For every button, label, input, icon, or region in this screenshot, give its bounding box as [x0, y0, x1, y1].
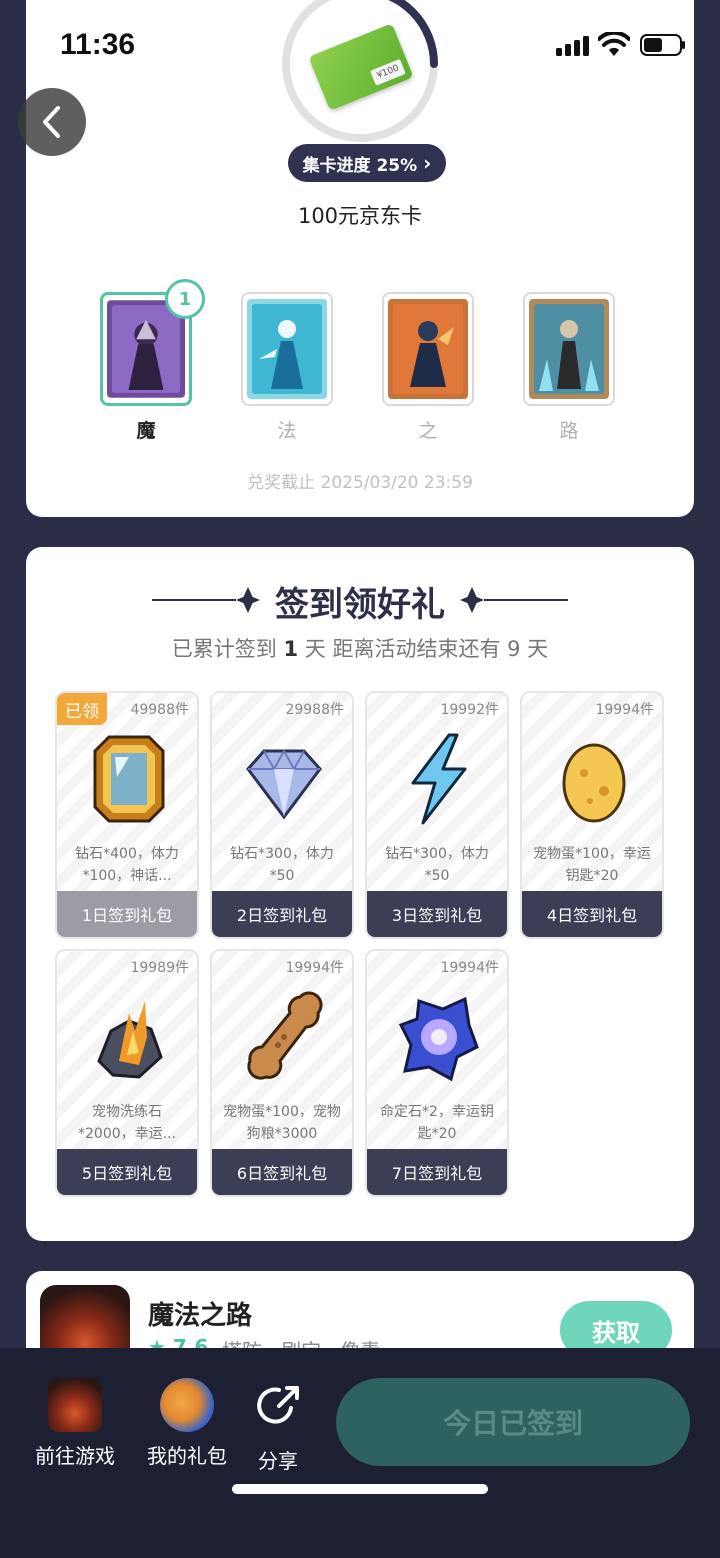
reward-desc: 钻石*300，体力*50: [385, 846, 489, 884]
home-indicator: [232, 1484, 488, 1494]
reward-desc: 命定石*2，幸运钥匙*20: [380, 1104, 494, 1142]
reward-label: 2日签到礼包: [212, 891, 352, 937]
wifi-icon: [598, 32, 630, 56]
reward-label: 6日签到礼包: [212, 1149, 352, 1195]
reward-stock: 19994件: [440, 960, 499, 976]
collect-card-lu[interactable]: [523, 292, 615, 406]
reward-stock: 19989件: [130, 960, 189, 976]
game-app-icon: [48, 1378, 102, 1432]
collect-char-label: 法: [277, 420, 297, 442]
reward-label: 1日签到礼包: [57, 891, 197, 937]
signin-title: 签到领好礼: [275, 585, 445, 625]
reward-stock: 29988件: [285, 702, 344, 718]
knight-card-art: [529, 299, 609, 399]
reward-tile-day5[interactable]: 19989件 宠物洗练石*2000，幸运... 5日签到礼包: [55, 949, 199, 1197]
collect-char-label: 魔: [136, 420, 156, 442]
reward-desc: 宠物蛋*100，幸运钥匙*20: [533, 846, 651, 884]
share-button[interactable]: 分享: [248, 1378, 308, 1474]
card-count-badge: 1: [165, 279, 205, 319]
reward-stock: 19994件: [285, 960, 344, 976]
mirror-icon: [93, 735, 165, 823]
back-button[interactable]: [18, 88, 86, 156]
diamond-icon: [246, 748, 322, 820]
reward-tile-day2[interactable]: 29988件 钻石*300，体力*50 2日签到礼包: [210, 691, 354, 939]
gift-avatar-icon: [160, 1378, 214, 1432]
goto-game-button[interactable]: 前往游戏: [28, 1378, 122, 1469]
cellular-signal-icon: [556, 36, 589, 56]
reward-desc: 钻石*400，体力*100，神话...: [75, 846, 179, 884]
reward-tile-day7[interactable]: 19994件 命定石*2，幸运钥匙*20 7日签到礼包: [365, 949, 509, 1197]
collect-progress-button[interactable]: 集卡进度 25% ›: [288, 144, 446, 182]
reward-stock: 49988件: [130, 702, 189, 718]
dog-bone-icon: [247, 991, 323, 1080]
my-gifts-label: 我的礼包: [147, 1444, 227, 1468]
egg-icon: [562, 743, 626, 823]
reward-desc: 宠物洗练石*2000，幸运...: [78, 1104, 176, 1142]
prize-title: 100元京东卡: [297, 204, 423, 228]
reward-label: 3日签到礼包: [367, 891, 507, 937]
collect-progress-label: 集卡进度 25%: [302, 155, 418, 176]
claimed-tag: 已领: [57, 693, 107, 725]
my-gifts-button[interactable]: 我的礼包: [140, 1378, 234, 1469]
reward-tile-day6[interactable]: 19994件 宠物蛋*100，宠物狗粮*3000 6日签到礼包: [210, 949, 354, 1197]
signin-subtitle-prefix: 已累计签到: [171, 637, 277, 661]
reward-desc: 宠物蛋*100，宠物狗粮*3000: [223, 1104, 341, 1142]
signin-panel: 签到领好礼 已累计签到 1 天 距离活动结束还有 9 天 已领 49988件 钻…: [26, 547, 694, 1241]
collect-char-label: 之: [418, 420, 438, 442]
reward-label: 7日签到礼包: [367, 1149, 507, 1195]
reward-label: 5日签到礼包: [57, 1149, 197, 1195]
status-time: 11:36: [60, 28, 136, 61]
redeem-deadline: 兑奖截止 2025/03/20 23:59: [247, 473, 473, 493]
bottom-action-bar: 前往游戏 我的礼包 分享 今日已签到: [0, 1348, 720, 1558]
days-signed-count: 1: [283, 637, 299, 661]
collect-char-label: 路: [559, 420, 579, 442]
share-label: 分享: [258, 1449, 298, 1473]
ice-mage-card-art: [247, 299, 327, 399]
goto-game-label: 前往游戏: [35, 1444, 115, 1468]
reward-label: 4日签到礼包: [522, 891, 662, 937]
signin-title-row: 签到领好礼: [26, 577, 694, 625]
reward-tile-day1[interactable]: 已领 49988件 钻石*400，体力*100，神话... 1日签到礼包: [55, 691, 199, 939]
chevron-right-icon: ›: [423, 151, 432, 175]
signed-today-button[interactable]: 今日已签到: [336, 1378, 690, 1466]
status-bar: 11:36: [0, 0, 720, 90]
chevron-left-icon: [43, 106, 60, 138]
lightning-icon: [411, 733, 467, 825]
signin-subtitle-rest: 天 距离活动结束还有 9 天: [304, 637, 549, 661]
collect-card-mo[interactable]: 1: [100, 279, 205, 406]
reward-tile-day4[interactable]: 19994件 宠物蛋*100，幸运钥匙*20 4日签到礼包: [520, 691, 664, 939]
reward-stock: 19992件: [440, 702, 499, 718]
collect-card-fa[interactable]: [241, 292, 333, 406]
fire-warrior-card-art: [388, 299, 468, 399]
crystal-icon: [399, 996, 479, 1082]
share-icon: [257, 1386, 299, 1424]
reward-stock: 19994件: [595, 702, 654, 718]
fire-stone-icon: [97, 1001, 163, 1079]
collect-card-zhi[interactable]: [382, 292, 474, 406]
reward-tile-day3[interactable]: 19992件 钻石*300，体力*50 3日签到礼包: [365, 691, 509, 939]
signin-subtitle: 已累计签到 1 天 距离活动结束还有 9 天: [26, 633, 694, 663]
game-name: 魔法之路: [148, 1301, 253, 1331]
battery-icon: [640, 34, 685, 56]
reward-desc: 钻石*300，体力*50: [230, 846, 334, 884]
